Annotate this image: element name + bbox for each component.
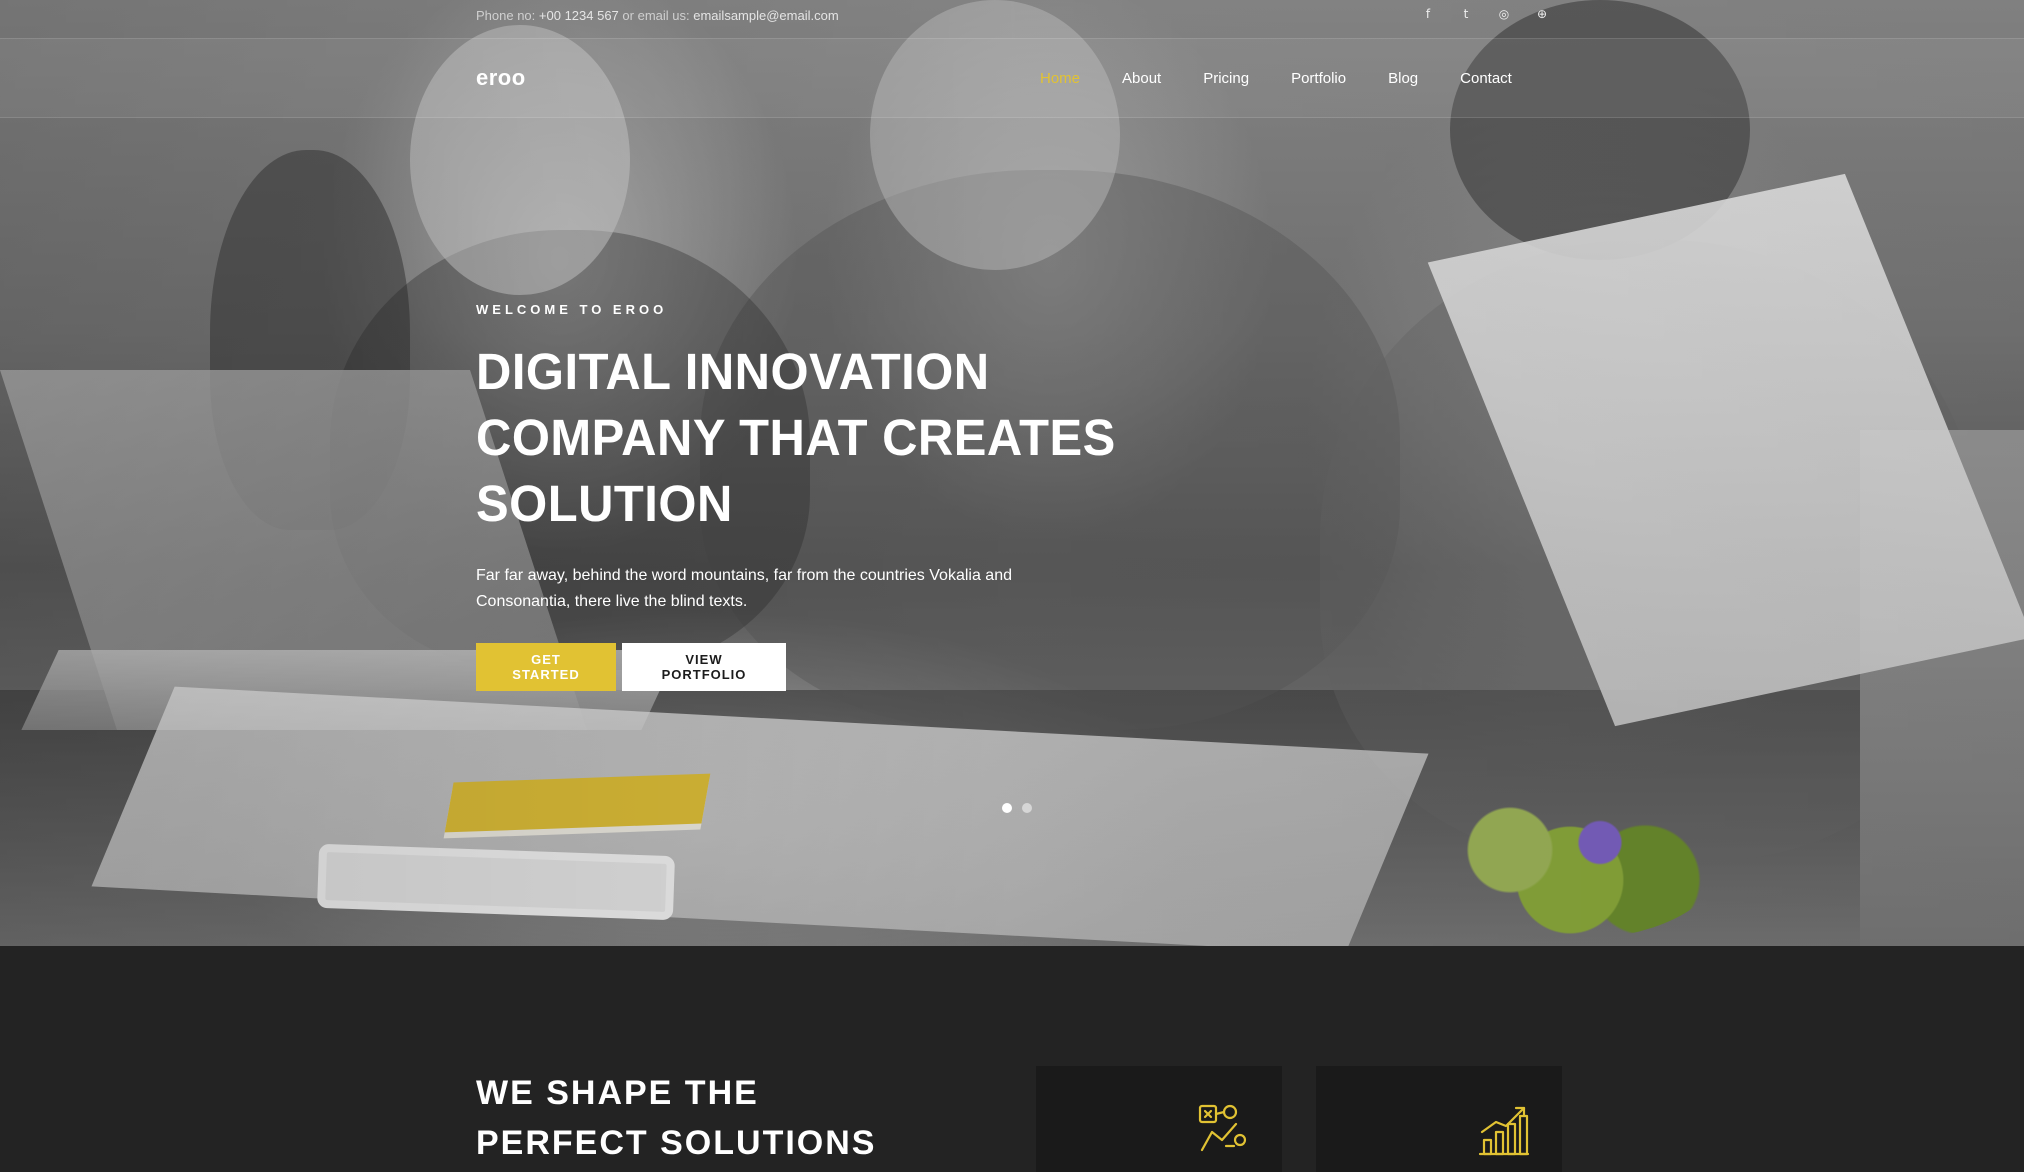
hero-headline-line: Company That Creates	[476, 409, 1116, 466]
dribbble-icon[interactable]: ⊕	[1534, 6, 1550, 22]
view-portfolio-button[interactable]: VIEW PORTFOLIO	[622, 643, 786, 691]
phone-link[interactable]: +00 1234 567	[539, 8, 619, 23]
nav-about[interactable]: About	[1122, 70, 1161, 87]
hero-lead-text: Far far away, behind the word mountains,…	[476, 567, 1012, 610]
section-title-line: Perfect Solutions	[476, 1124, 877, 1162]
hero-eyebrow: WELCOME TO EROO	[476, 302, 668, 317]
section-title: We Shape The Perfect Solutions	[476, 1068, 876, 1168]
solutions-section: We Shape The Perfect Solutions	[0, 946, 2024, 1172]
get-started-button[interactable]: GET STARTED	[476, 643, 616, 691]
service-card[interactable]	[1036, 1066, 1282, 1172]
service-card[interactable]	[1316, 1066, 1562, 1172]
social-links: f t ◎ ⊕	[1420, 6, 1550, 22]
growth-chart-icon	[1478, 1106, 1530, 1156]
email-link[interactable]: emailsample@email.com	[693, 8, 838, 23]
slider-dot[interactable]	[1022, 803, 1032, 813]
hero-content: WELCOME TO EROO Digital Innovation Compa…	[476, 302, 1176, 691]
slider-dot[interactable]	[1002, 803, 1012, 813]
hero-headline-line: Solution	[476, 475, 733, 532]
section-title-line: We Shape The	[476, 1074, 759, 1112]
slider-dots	[1002, 803, 1032, 813]
instagram-icon[interactable]: ◎	[1496, 6, 1512, 22]
contact-info: Phone no: +00 1234 567 or email us: emai…	[476, 8, 839, 23]
hero-buttons: GET STARTED VIEW PORTFOLIO	[476, 643, 1176, 691]
page: Phone no: +00 1234 567 or email us: emai…	[0, 0, 2024, 1172]
hero-headline: Digital Innovation Company That Creates …	[476, 339, 1148, 537]
hero-headline-line: Digital Innovation	[476, 343, 990, 400]
site-logo[interactable]: eroo	[476, 65, 526, 91]
top-contact-bar: Phone no: +00 1234 567 or email us: emai…	[0, 0, 2024, 32]
strategy-board-icon	[1198, 1104, 1247, 1152]
twitter-icon[interactable]: t	[1458, 6, 1474, 22]
main-navbar: eroo Home About Pricing Portfolio Blog C…	[0, 38, 2024, 118]
email-label: or email us:	[622, 8, 690, 23]
nav-home[interactable]: Home	[1040, 70, 1080, 87]
phone-label: Phone no:	[476, 8, 536, 23]
nav-pricing[interactable]: Pricing	[1203, 70, 1249, 87]
facebook-icon[interactable]: f	[1420, 6, 1436, 22]
nav-blog[interactable]: Blog	[1388, 70, 1418, 87]
nav-contact[interactable]: Contact	[1460, 70, 1512, 87]
main-menu: Home About Pricing Portfolio Blog Contac…	[1040, 70, 1554, 87]
nav-portfolio[interactable]: Portfolio	[1291, 70, 1346, 87]
